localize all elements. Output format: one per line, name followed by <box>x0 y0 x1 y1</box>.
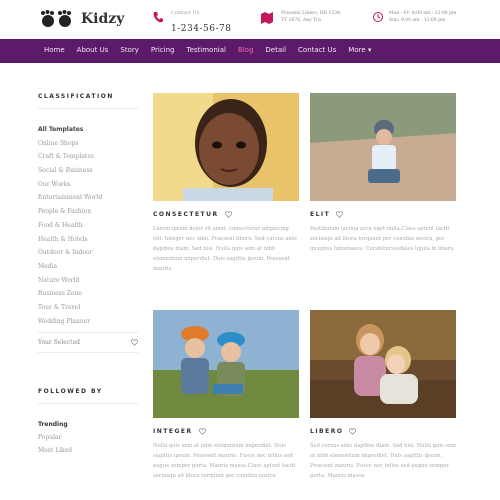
top-header: Kidzy Contact Us 1-234-56-78 Pracezni Li… <box>0 0 500 38</box>
category-item[interactable]: Tour & Travel <box>38 301 138 315</box>
followed-item-trending[interactable]: Trending <box>38 418 138 431</box>
category-item[interactable]: Social & Business <box>38 164 138 178</box>
map-icon <box>261 12 273 24</box>
nav-item-more[interactable]: More ▾ <box>348 46 371 54</box>
nav-item-blog[interactable]: Blog <box>238 46 253 54</box>
girl-portrait-image <box>153 93 299 201</box>
brand-name: Kidzy <box>81 11 125 27</box>
hours-line-1: Mon - Fr: 8:00 am - 12:00 pm <box>389 11 457 16</box>
category-item[interactable]: Online Shops <box>38 137 138 151</box>
category-item[interactable]: Craft & Templates <box>38 150 138 164</box>
caret-down-icon: ▾ <box>365 46 372 54</box>
your-selected-row[interactable]: Your Selected <box>38 339 138 346</box>
hours-line-2: Sun: 9:00 am - 12:00 pm <box>389 18 446 23</box>
followed-title: FOLLOWED BY <box>38 388 103 396</box>
card-photo[interactable] <box>153 310 299 418</box>
nav-item-contact[interactable]: Contact Us <box>298 46 336 54</box>
clock-icon <box>373 12 383 22</box>
followed-section: FOLLOWED BY Trending Popular Most Liked <box>38 388 138 457</box>
contact-block: Contact Us 1-234-56-78 <box>153 10 231 35</box>
phone-icon <box>153 12 163 23</box>
heart-icon[interactable] <box>198 428 206 435</box>
followed-item-popular[interactable]: Popular <box>38 431 138 444</box>
card-title[interactable]: LIBERO <box>310 428 343 435</box>
card-text: Lorem ipsum dolor sit amet, consectetur … <box>153 226 297 272</box>
blog-card: LIBERO Sed cursus ante dapibus diam. Sed… <box>310 310 456 481</box>
phone-number[interactable]: 1-234-56-78 <box>171 24 231 34</box>
kids-with-hats-image <box>153 310 299 418</box>
nav-item-detail[interactable]: Detail <box>265 46 286 54</box>
blog-card: CONSECTETUR Lorem ipsum dolor sit amet, … <box>153 93 299 274</box>
heart-icon[interactable] <box>336 211 344 218</box>
card-title[interactable]: INTEGER <box>153 428 193 435</box>
category-item[interactable]: All Templates <box>38 123 138 137</box>
card-text: Sed cursus ante dapibus diam. Sed nisi. … <box>310 443 456 479</box>
category-item[interactable]: Media <box>38 260 138 274</box>
blog-card: INTEGER Nulla quis sem at nibh elementum… <box>153 310 299 481</box>
divider <box>38 332 138 334</box>
followed-item-most-liked[interactable]: Most Liked <box>38 444 138 457</box>
boy-on-road-image <box>310 93 456 201</box>
footprints-icon <box>41 10 71 27</box>
category-item[interactable]: Business Zone <box>38 287 138 301</box>
card-photo[interactable] <box>310 93 456 201</box>
address-line-1: Pracezni Libero, Hit 1234, <box>281 11 342 16</box>
classification-title: CLASSIFICATION <box>38 93 114 100</box>
nav-item-pricing[interactable]: Pricing <box>151 46 175 54</box>
address-line-2: VT 1876, Any Tra <box>281 18 321 23</box>
sidebar: CLASSIFICATION All Templates Online Shop… <box>38 93 138 457</box>
category-item[interactable]: Food & Health <box>38 219 138 233</box>
blog-card: ELIT Vestibulum lacinia arcu eget nulla.… <box>310 93 456 254</box>
nav-item-home[interactable]: Home <box>44 46 65 54</box>
heart-icon[interactable] <box>349 428 357 435</box>
category-item[interactable]: Outdoor & Indoor <box>38 246 138 260</box>
brand-logo[interactable]: Kidzy <box>39 10 124 28</box>
nav-more-label: More <box>348 46 366 54</box>
card-title[interactable]: ELIT <box>310 211 330 218</box>
category-item[interactable]: Our Works <box>38 178 138 192</box>
category-item[interactable]: People & Fashion <box>38 205 138 219</box>
category-item[interactable]: Entertainment World <box>38 191 138 205</box>
contact-label: Contact Us <box>171 10 200 16</box>
heart-icon <box>131 339 138 347</box>
card-title[interactable]: CONSECTETUR <box>153 211 219 218</box>
address-block: Pracezni Libero, Hit 1234, VT 1876, Any … <box>261 10 341 24</box>
hours-block: Mon - Fr: 8:00 am - 12:00 pm Sun: 9:00 a… <box>373 10 456 24</box>
your-selected-label: Your Selected <box>38 339 80 347</box>
divider <box>38 108 138 109</box>
divider <box>38 352 138 354</box>
card-photo[interactable] <box>310 310 456 418</box>
nav-item-about[interactable]: About Us <box>77 46 109 54</box>
nav-item-testimonial[interactable]: Testimonial <box>186 46 225 54</box>
main-navbar: Home About Us Story Pricing Testimonial … <box>0 39 500 63</box>
heart-icon[interactable] <box>224 211 232 218</box>
category-item[interactable]: Nature World <box>38 274 138 288</box>
card-photo[interactable] <box>153 93 299 201</box>
nav-menu: Home About Us Story Pricing Testimonial … <box>44 46 383 54</box>
nav-item-story[interactable]: Story <box>120 46 139 54</box>
card-text: Nulla quis sem at nibh elementum imperdi… <box>153 443 296 479</box>
category-item[interactable]: Wedding Planner <box>38 315 138 329</box>
girls-hugging-image <box>310 310 456 418</box>
divider <box>38 403 138 405</box>
category-item[interactable]: Health & Hotels <box>38 233 138 247</box>
card-text: Vestibulum lacinia arcu eget nulla.Class… <box>310 226 455 252</box>
